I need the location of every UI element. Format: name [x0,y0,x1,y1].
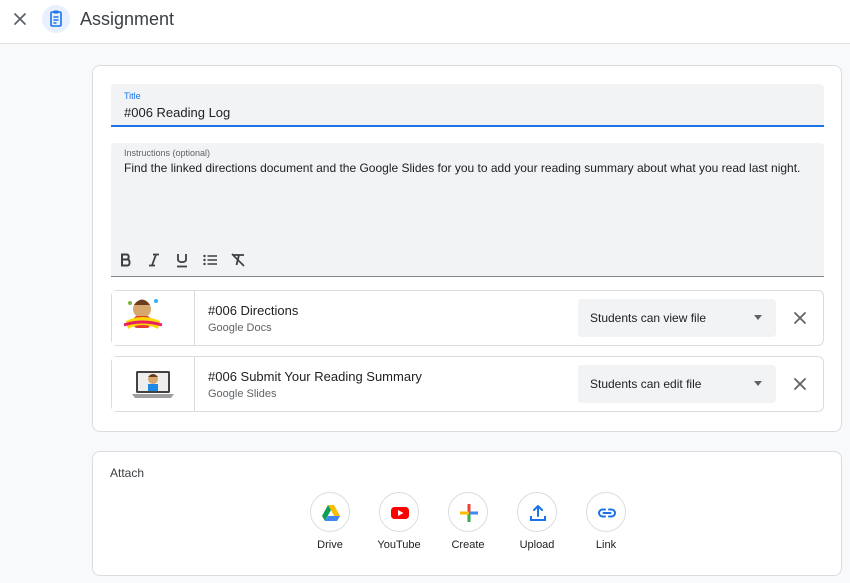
attach-drive-label: Drive [317,539,343,551]
dropdown-arrow-icon [754,315,762,320]
title-field[interactable]: Title #006 Reading Log [111,84,824,127]
permission-value: Students can view file [590,311,707,325]
permission-value: Students can edit file [590,377,702,391]
attachment-thumbnail [112,291,195,345]
title-input[interactable]: #006 Reading Log [124,105,230,120]
bold-icon[interactable] [118,252,134,268]
attach-youtube-label: YouTube [377,539,421,551]
attachment-row[interactable]: #006 Directions Google Docs Students can… [111,290,824,346]
attachment-title[interactable]: #006 Directions [208,303,298,318]
assignment-details-card: Title #006 Reading Log Instructions (opt… [92,65,842,432]
page-title: Assignment [80,9,175,29]
attachment-type: Google Docs [208,322,272,334]
dropdown-arrow-icon [754,381,762,386]
close-icon[interactable] [10,9,30,29]
attach-create-button[interactable]: Create [438,492,498,562]
attach-youtube-button[interactable]: YouTube [369,492,429,562]
assignment-icon [42,5,70,33]
remove-attachment-icon[interactable] [792,376,808,392]
permission-dropdown[interactable]: Students can view file [578,299,776,337]
italic-icon[interactable] [146,252,162,268]
instructions-field[interactable]: Instructions (optional) Find the linked … [111,143,824,277]
attachment-row[interactable]: #006 Submit Your Reading Summary Google … [111,356,824,412]
title-label: Title [124,91,141,101]
remove-attachment-icon[interactable] [792,310,808,326]
upload-icon [530,505,546,521]
attach-link-button[interactable]: Link [576,492,636,562]
underline-icon[interactable] [174,252,190,268]
attachment-type: Google Slides [208,388,277,400]
top-app-bar: Assignment [0,0,850,44]
create-plus-icon [460,504,478,522]
attach-drive-button[interactable]: Drive [300,492,360,562]
attach-create-label: Create [451,539,485,551]
attach-link-label: Link [595,539,617,551]
youtube-icon [391,507,409,519]
permission-dropdown[interactable]: Students can edit file [578,365,776,403]
instructions-input[interactable]: Find the linked directions document and … [124,161,800,175]
attach-upload-button[interactable]: Upload [507,492,567,562]
attachment-title[interactable]: #006 Submit Your Reading Summary [208,369,422,384]
attachment-thumbnail [112,357,195,411]
attach-label: Attach [110,466,145,480]
instructions-label: Instructions (optional) [124,148,211,158]
attach-card: Attach Drive YouTube Create Upload Link [92,451,842,576]
clear-formatting-icon[interactable] [230,252,246,268]
google-drive-icon [322,505,340,521]
bulleted-list-icon[interactable] [202,252,218,268]
attach-upload-label: Upload [519,539,555,551]
link-icon [598,508,616,518]
